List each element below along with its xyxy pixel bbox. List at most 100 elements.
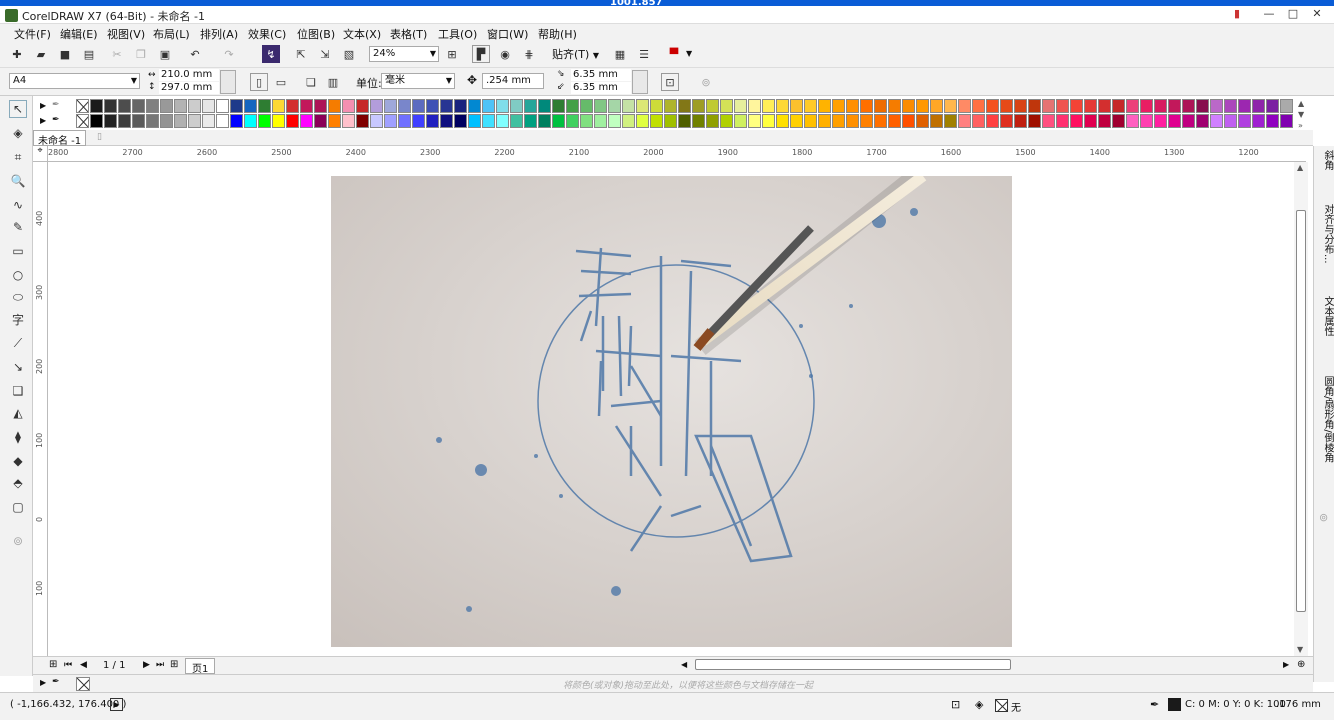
color-swatch[interactable]	[1154, 114, 1167, 128]
dock-tab-text-properties[interactable]: 文本属性	[1314, 296, 1334, 360]
color-swatch[interactable]	[314, 114, 327, 128]
rectangle-tool-icon[interactable]: ▭	[9, 242, 27, 260]
chevron-down-icon[interactable]: ▼	[686, 49, 692, 58]
color-swatch[interactable]	[734, 99, 747, 113]
color-swatch[interactable]	[314, 99, 327, 113]
color-swatch[interactable]	[1266, 99, 1279, 113]
color-swatch[interactable]	[622, 114, 635, 128]
color-swatch[interactable]	[916, 99, 929, 113]
color-swatch[interactable]	[1168, 114, 1181, 128]
color-swatch[interactable]	[482, 99, 495, 113]
color-swatch[interactable]	[1210, 99, 1223, 113]
palette-arrow-icon[interactable]: ▶	[40, 678, 46, 687]
last-page-icon[interactable]: ⏭	[156, 660, 164, 670]
zoom-to-fit-icon[interactable]: ⊞	[443, 45, 461, 63]
color-swatch[interactable]	[286, 99, 299, 113]
no-color-swatch[interactable]	[76, 677, 90, 691]
nudge-distance-field[interactable]: .254 mm	[482, 73, 544, 89]
artistic-media-tool-icon[interactable]: ✎	[9, 218, 27, 236]
color-swatch[interactable]	[776, 114, 789, 128]
scroll-up-icon[interactable]: ▲	[1297, 163, 1303, 172]
color-swatch[interactable]	[468, 114, 481, 128]
color-swatch[interactable]	[608, 114, 621, 128]
eyedropper-icon[interactable]: ✒	[52, 115, 60, 125]
document-tab[interactable]: 未命名 -1	[33, 130, 87, 147]
color-swatch[interactable]	[412, 99, 425, 113]
undo-icon[interactable]: ↶	[186, 45, 204, 63]
color-swatch[interactable]	[258, 114, 271, 128]
welcome-screen-icon[interactable]: ▦	[611, 45, 629, 63]
color-swatch[interactable]	[468, 99, 481, 113]
color-swatch[interactable]	[1028, 99, 1041, 113]
color-swatch[interactable]	[832, 114, 845, 128]
color-swatch[interactable]	[1056, 114, 1069, 128]
color-swatch[interactable]	[1280, 114, 1293, 128]
color-swatch[interactable]	[300, 99, 313, 113]
color-swatch[interactable]	[230, 114, 243, 128]
color-swatch[interactable]	[1126, 114, 1139, 128]
color-swatch[interactable]	[720, 99, 733, 113]
page-size-combo[interactable]: A4 ▼	[9, 73, 140, 89]
color-swatch[interactable]	[454, 99, 467, 113]
color-swatch[interactable]	[1238, 99, 1251, 113]
color-swatch[interactable]	[944, 99, 957, 113]
color-swatch[interactable]	[286, 114, 299, 128]
color-swatch[interactable]	[244, 114, 257, 128]
color-swatch[interactable]	[678, 114, 691, 128]
color-swatch[interactable]	[1000, 114, 1013, 128]
page-height-field[interactable]: 297.0 mm	[159, 82, 219, 94]
menu-edit[interactable]: 编辑(E)	[60, 26, 98, 42]
duplicate-distance-y-field[interactable]: 6.35 mm	[571, 82, 631, 94]
color-swatch[interactable]	[566, 99, 579, 113]
palette-arrow-icon[interactable]: ▶	[40, 116, 46, 125]
menu-layout[interactable]: 布局(L)	[153, 26, 190, 42]
color-swatch[interactable]	[132, 99, 145, 113]
eyedropper-icon[interactable]: ✒	[52, 100, 60, 110]
color-swatch[interactable]	[664, 114, 677, 128]
color-swatch[interactable]	[426, 99, 439, 113]
color-swatch[interactable]	[650, 99, 663, 113]
color-swatch[interactable]	[1056, 99, 1069, 113]
menu-tools[interactable]: 工具(O)	[438, 26, 477, 42]
color-swatch[interactable]	[594, 114, 607, 128]
color-swatch[interactable]	[524, 99, 537, 113]
palette-scroll-down-icon[interactable]: ▼	[1298, 110, 1304, 119]
current-page-icon[interactable]: ▥	[324, 73, 342, 91]
color-swatch[interactable]	[146, 99, 159, 113]
color-swatch[interactable]	[1196, 99, 1209, 113]
color-swatch[interactable]	[874, 99, 887, 113]
color-swatch[interactable]	[384, 99, 397, 113]
color-swatch[interactable]	[1070, 99, 1083, 113]
color-swatch[interactable]	[272, 99, 285, 113]
color-swatch[interactable]	[930, 114, 943, 128]
palette-expand-icon[interactable]: »	[1298, 121, 1303, 130]
color-swatch[interactable]	[510, 114, 523, 128]
color-swatch[interactable]	[258, 99, 271, 113]
color-swatch[interactable]	[202, 99, 215, 113]
color-swatch[interactable]	[244, 99, 257, 113]
color-swatch[interactable]	[692, 114, 705, 128]
color-swatch[interactable]	[818, 114, 831, 128]
color-swatch[interactable]	[580, 114, 593, 128]
color-swatch[interactable]	[594, 99, 607, 113]
color-swatch[interactable]	[426, 114, 439, 128]
color-swatch[interactable]	[146, 114, 159, 128]
color-swatch[interactable]	[174, 114, 187, 128]
color-swatch[interactable]	[930, 99, 943, 113]
no-color-swatch[interactable]	[76, 99, 89, 113]
color-swatch[interactable]	[706, 114, 719, 128]
color-swatch[interactable]	[160, 99, 173, 113]
color-swatch[interactable]	[1154, 99, 1167, 113]
duplicate-distance-stepper[interactable]	[632, 70, 648, 94]
color-swatch[interactable]	[986, 99, 999, 113]
new-document-icon[interactable]: ✚	[8, 45, 26, 63]
drop-shadow-tool-icon[interactable]: ❑	[9, 382, 27, 400]
menu-bitmaps[interactable]: 位图(B)	[297, 26, 335, 42]
search-content-icon[interactable]: ↯	[262, 45, 280, 63]
color-swatch[interactable]	[636, 114, 649, 128]
zoom-navigator-icon[interactable]: ⊕	[1297, 659, 1305, 670]
color-swatch[interactable]	[496, 114, 509, 128]
color-swatch[interactable]	[776, 99, 789, 113]
color-swatch[interactable]	[608, 99, 621, 113]
color-swatch[interactable]	[636, 99, 649, 113]
